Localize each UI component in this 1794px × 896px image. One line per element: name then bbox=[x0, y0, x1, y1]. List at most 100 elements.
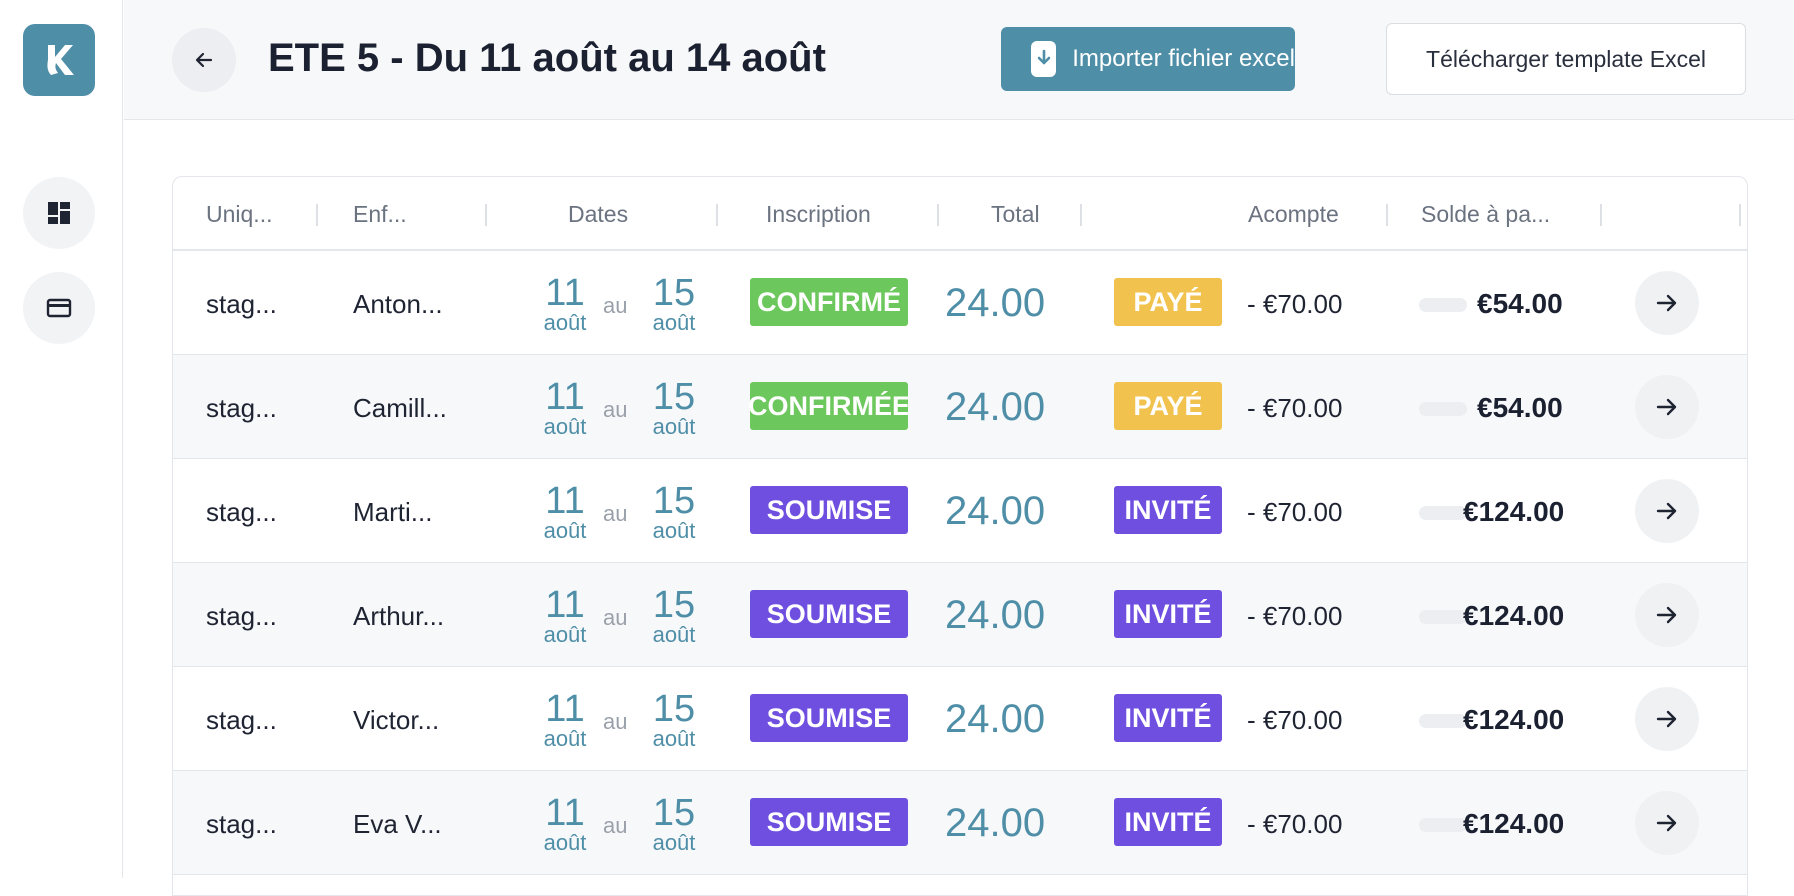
inscription-badge: CONFIRMÉ bbox=[750, 278, 908, 326]
payment-status-badge: INVITÉ bbox=[1114, 486, 1222, 534]
date-separator: au bbox=[603, 813, 628, 838]
dashboard-icon bbox=[48, 202, 70, 224]
table-header: Uniq... Enf... Dates Inscription Total A… bbox=[173, 177, 1747, 251]
column-header-total[interactable]: Total bbox=[991, 201, 1040, 228]
sidebar-payments-button[interactable] bbox=[23, 272, 95, 344]
end-day: 15 bbox=[652, 376, 696, 418]
sidebar-dashboard-button[interactable] bbox=[23, 177, 95, 249]
total-amount: 24.00 bbox=[945, 385, 1046, 429]
column-resize-handle[interactable] bbox=[485, 204, 487, 226]
inscription-badge: SOUMISE bbox=[750, 486, 908, 534]
uid-cell: stag... bbox=[206, 705, 277, 735]
column-resize-handle[interactable] bbox=[316, 204, 318, 226]
table-row[interactable]: stag... Eva V... 11 août au 15 août SOUM… bbox=[173, 771, 1747, 875]
arrow-right-icon bbox=[1656, 398, 1677, 416]
end-date: 15 août bbox=[644, 376, 704, 439]
solde-amount: €124.00 bbox=[1463, 808, 1565, 839]
column-resize-handle[interactable] bbox=[1386, 204, 1388, 226]
payment-progress-bar bbox=[1419, 298, 1467, 312]
table-row[interactable]: stag... Marti... 11 août au 15 août SOUM… bbox=[173, 459, 1747, 563]
table-row[interactable]: stag... Anton... 11 août au 15 août CONF… bbox=[173, 251, 1747, 355]
end-day: 15 bbox=[652, 480, 696, 522]
open-row-button[interactable] bbox=[1635, 271, 1699, 335]
start-day: 11 bbox=[545, 480, 585, 522]
end-month: août bbox=[652, 414, 696, 439]
acompte-amount: - €70.00 bbox=[1247, 497, 1343, 527]
end-month: août bbox=[652, 518, 696, 543]
column-resize-handle[interactable] bbox=[1739, 204, 1741, 226]
column-resize-handle[interactable] bbox=[1080, 204, 1082, 226]
end-date: 15 août bbox=[644, 584, 704, 647]
import-excel-button[interactable]: Importer fichier excel bbox=[1001, 27, 1295, 91]
payment-progress-bar bbox=[1419, 506, 1467, 520]
total-amount: 24.00 bbox=[945, 697, 1046, 741]
sidebar bbox=[0, 0, 123, 878]
acompte-amount: - €70.00 bbox=[1247, 809, 1343, 839]
start-day: 11 bbox=[545, 792, 585, 834]
payment-status-badge: PAYÉ bbox=[1114, 278, 1222, 326]
payment-progress-bar bbox=[1419, 610, 1467, 624]
payment-progress-bar bbox=[1419, 402, 1467, 416]
end-month: août bbox=[652, 622, 696, 647]
uid-cell: stag... bbox=[206, 497, 277, 527]
start-date: 11 août bbox=[535, 586, 595, 647]
import-excel-label: Importer fichier excel bbox=[1072, 45, 1295, 72]
payment-status-badge: INVITÉ bbox=[1114, 798, 1222, 846]
end-day: 15 bbox=[652, 688, 696, 730]
column-header-uid[interactable]: Uniq... bbox=[206, 201, 272, 228]
column-resize-handle[interactable] bbox=[1600, 204, 1602, 226]
column-header-child[interactable]: Enf... bbox=[353, 201, 407, 228]
inscription-badge: SOUMISE bbox=[750, 694, 908, 742]
date-separator: au bbox=[603, 605, 628, 630]
column-header-solde[interactable]: Solde à pa... bbox=[1421, 201, 1550, 228]
inscription-badge: SOUMISE bbox=[750, 798, 908, 846]
uid-cell: stag... bbox=[206, 809, 277, 839]
solde-amount: €124.00 bbox=[1463, 496, 1565, 527]
child-name-cell: Marti... bbox=[353, 497, 433, 527]
solde-amount: €124.00 bbox=[1463, 600, 1565, 631]
table-row[interactable]: stag... Victor... 11 août au 15 août SOU… bbox=[173, 667, 1747, 771]
column-header-inscription[interactable]: Inscription bbox=[766, 201, 871, 228]
child-name-cell: Arthur... bbox=[353, 601, 445, 631]
start-day: 11 bbox=[545, 376, 585, 418]
date-separator: au bbox=[603, 501, 628, 526]
inscription-badge: SOUMISE bbox=[750, 590, 908, 638]
start-month: août bbox=[543, 726, 587, 751]
open-row-button[interactable] bbox=[1635, 375, 1699, 439]
column-resize-handle[interactable] bbox=[937, 204, 939, 226]
table-row[interactable]: stag... Camill... 11 août au 15 août CON… bbox=[173, 355, 1747, 459]
column-resize-handle[interactable] bbox=[716, 204, 718, 226]
end-date: 15 août bbox=[644, 688, 704, 751]
uid-cell: stag... bbox=[206, 601, 277, 631]
end-day: 15 bbox=[652, 584, 696, 626]
arrow-left-icon bbox=[195, 52, 213, 68]
end-day: 15 bbox=[652, 792, 696, 834]
start-date: 11 août bbox=[535, 480, 595, 543]
table-row[interactable]: stag... Arthur... 11 août au 15 août SOU… bbox=[173, 563, 1747, 667]
arrow-right-icon bbox=[1656, 814, 1677, 832]
logo-k-icon bbox=[47, 45, 74, 75]
start-day: 11 bbox=[545, 688, 585, 730]
start-month: août bbox=[543, 518, 587, 543]
open-row-button[interactable] bbox=[1635, 687, 1699, 751]
back-button[interactable] bbox=[172, 28, 236, 92]
arrow-right-icon bbox=[1656, 710, 1677, 728]
solde-amount: €124.00 bbox=[1463, 704, 1565, 735]
end-date: 15 août bbox=[644, 274, 704, 335]
open-row-button[interactable] bbox=[1635, 583, 1699, 647]
app-logo[interactable] bbox=[23, 24, 95, 96]
column-header-dates[interactable]: Dates bbox=[568, 201, 628, 228]
open-row-button[interactable] bbox=[1635, 791, 1699, 855]
date-separator: au bbox=[603, 709, 628, 734]
child-name-cell: Anton... bbox=[353, 289, 443, 319]
date-separator: au bbox=[603, 293, 628, 318]
download-template-button[interactable]: Télécharger template Excel bbox=[1386, 23, 1746, 95]
column-header-acompte[interactable]: Acompte bbox=[1248, 201, 1339, 228]
uid-cell: stag... bbox=[206, 393, 277, 423]
acompte-amount: - €70.00 bbox=[1247, 289, 1343, 319]
end-month: août bbox=[652, 830, 696, 855]
start-date: 11 août bbox=[535, 376, 595, 439]
inscription-badge: CONFIRMÉE bbox=[748, 382, 910, 430]
acompte-amount: - €70.00 bbox=[1247, 601, 1343, 631]
open-row-button[interactable] bbox=[1635, 479, 1699, 543]
